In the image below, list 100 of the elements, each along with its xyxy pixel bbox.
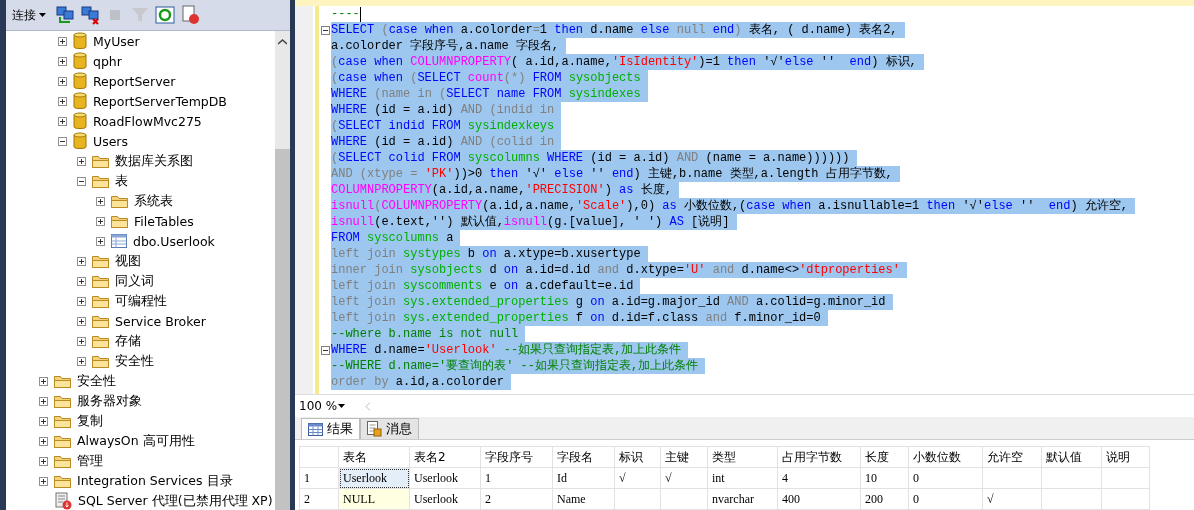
expand-icon[interactable]	[39, 396, 48, 406]
tree-item[interactable]: 安全性	[113, 351, 156, 371]
database-icon	[73, 72, 87, 90]
document-icon	[367, 421, 382, 437]
tree-item[interactable]: 管理	[75, 451, 105, 471]
scroll-up-icon[interactable]	[277, 39, 287, 45]
expand-icon[interactable]	[58, 96, 67, 106]
tree-item[interactable]: dbo.Userlook	[131, 232, 217, 250]
tree-item[interactable]: 系统表	[132, 191, 175, 211]
expand-icon[interactable]	[58, 116, 67, 126]
table-cell: 0	[908, 488, 983, 510]
expand-icon[interactable]	[39, 376, 48, 386]
column-header[interactable]: 允许空	[982, 446, 1042, 468]
tree-item[interactable]: 同义词	[113, 271, 156, 291]
expand-icon[interactable]	[77, 256, 86, 266]
tree-item[interactable]: SQL Server 代理(已禁用代理 XP)	[76, 491, 275, 510]
folder-icon	[54, 374, 71, 388]
folder-icon	[54, 454, 71, 468]
results-tab[interactable]: 结果	[301, 418, 360, 439]
table-cell: 0	[908, 467, 983, 489]
folder-icon	[92, 154, 109, 168]
table-cell: √	[614, 467, 661, 489]
connect-button[interactable]: 连接	[10, 6, 50, 24]
expand-icon[interactable]	[77, 316, 86, 326]
tree-item[interactable]: 安全性	[75, 371, 118, 391]
table-cell: nvarchar	[707, 488, 778, 510]
table-cell: 1	[480, 467, 553, 489]
column-header[interactable]: 字段名	[552, 446, 615, 468]
tree-item[interactable]: 可编程性	[113, 291, 169, 311]
database-icon	[73, 92, 87, 110]
expand-icon[interactable]	[96, 236, 105, 246]
expand-icon[interactable]	[96, 196, 105, 206]
database-icon	[73, 32, 87, 50]
table-cell: √	[660, 467, 708, 489]
expand-icon[interactable]	[39, 476, 48, 486]
scrollbar-thumb[interactable]	[274, 149, 290, 510]
tree-item[interactable]: 服务器对象	[75, 391, 144, 411]
tree-item[interactable]: 存储	[113, 331, 143, 351]
folder-icon	[92, 174, 109, 188]
table-cell: 10	[860, 467, 909, 489]
tree-item[interactable]: AlwaysOn 高可用性	[75, 431, 197, 451]
refresh-icon[interactable]	[155, 5, 175, 25]
results-tab[interactable]: 消息	[360, 418, 419, 439]
expand-icon[interactable]	[77, 156, 86, 166]
column-header[interactable]: 说明	[1101, 446, 1150, 468]
folder-icon	[92, 334, 109, 348]
tree-item[interactable]: FileTables	[132, 212, 196, 230]
table-cell: 2	[480, 488, 553, 510]
connect-icon[interactable]	[55, 5, 75, 25]
folder-icon	[92, 254, 109, 268]
column-header[interactable]: 长度	[860, 446, 909, 468]
collapse-icon[interactable]	[321, 26, 330, 35]
folder-icon	[54, 414, 71, 428]
disconnect-icon[interactable]	[80, 5, 100, 25]
tree-item[interactable]: RoadFlowMvc275	[91, 112, 204, 130]
column-header[interactable]: 字段序号	[480, 446, 553, 468]
database-icon	[73, 132, 87, 150]
tree-item[interactable]: MyUser	[91, 32, 142, 50]
expand-icon[interactable]	[77, 356, 86, 366]
column-header[interactable]: 主键	[660, 446, 708, 468]
database-icon	[73, 112, 87, 130]
tree-item[interactable]: 复制	[75, 411, 105, 431]
column-header[interactable]: 默认值	[1041, 446, 1102, 468]
tree-item[interactable]: Integration Services 目录	[75, 471, 235, 491]
column-header[interactable]: 小数位数	[908, 446, 983, 468]
collapse-icon[interactable]	[77, 176, 86, 186]
expand-icon[interactable]	[39, 436, 48, 446]
tree-item[interactable]: ReportServerTempDB	[91, 92, 229, 110]
collapse-icon[interactable]	[321, 346, 330, 355]
tree-item[interactable]: 表	[113, 171, 130, 191]
tree-item[interactable]: 视图	[113, 251, 143, 271]
stop-activity-icon[interactable]	[180, 5, 200, 25]
folder-icon	[92, 274, 109, 288]
table-cell: Userlook	[409, 467, 481, 489]
tree-item[interactable]: qphr	[91, 52, 124, 70]
expand-icon[interactable]	[77, 336, 86, 346]
expand-icon[interactable]	[77, 276, 86, 286]
tree-item[interactable]: ReportServer	[91, 72, 178, 90]
column-header[interactable]: 表名	[338, 446, 410, 468]
column-header[interactable]: 表名2	[409, 446, 481, 468]
tree-item[interactable]: 数据库关系图	[113, 151, 195, 171]
tree-item[interactable]: Users	[91, 132, 130, 150]
expand-icon[interactable]	[39, 416, 48, 426]
zoom-dropdown[interactable]: 100 %	[295, 399, 349, 414]
expand-icon[interactable]	[58, 36, 67, 46]
expand-icon[interactable]	[39, 456, 48, 466]
column-header[interactable]: 占用字节数	[777, 446, 861, 468]
caret-icon	[338, 404, 345, 409]
grid-icon	[308, 422, 323, 436]
expand-icon[interactable]	[77, 296, 86, 306]
expand-icon[interactable]	[58, 56, 67, 66]
column-header[interactable]: 标识	[614, 446, 661, 468]
expand-icon[interactable]	[58, 76, 67, 86]
tree-item[interactable]: Service Broker	[113, 312, 208, 330]
table-icon	[111, 234, 127, 248]
collapse-icon[interactable]	[58, 136, 67, 146]
table-cell: Name	[552, 488, 615, 510]
folder-icon	[54, 434, 71, 448]
column-header[interactable]: 类型	[707, 446, 778, 468]
expand-icon[interactable]	[96, 216, 105, 226]
